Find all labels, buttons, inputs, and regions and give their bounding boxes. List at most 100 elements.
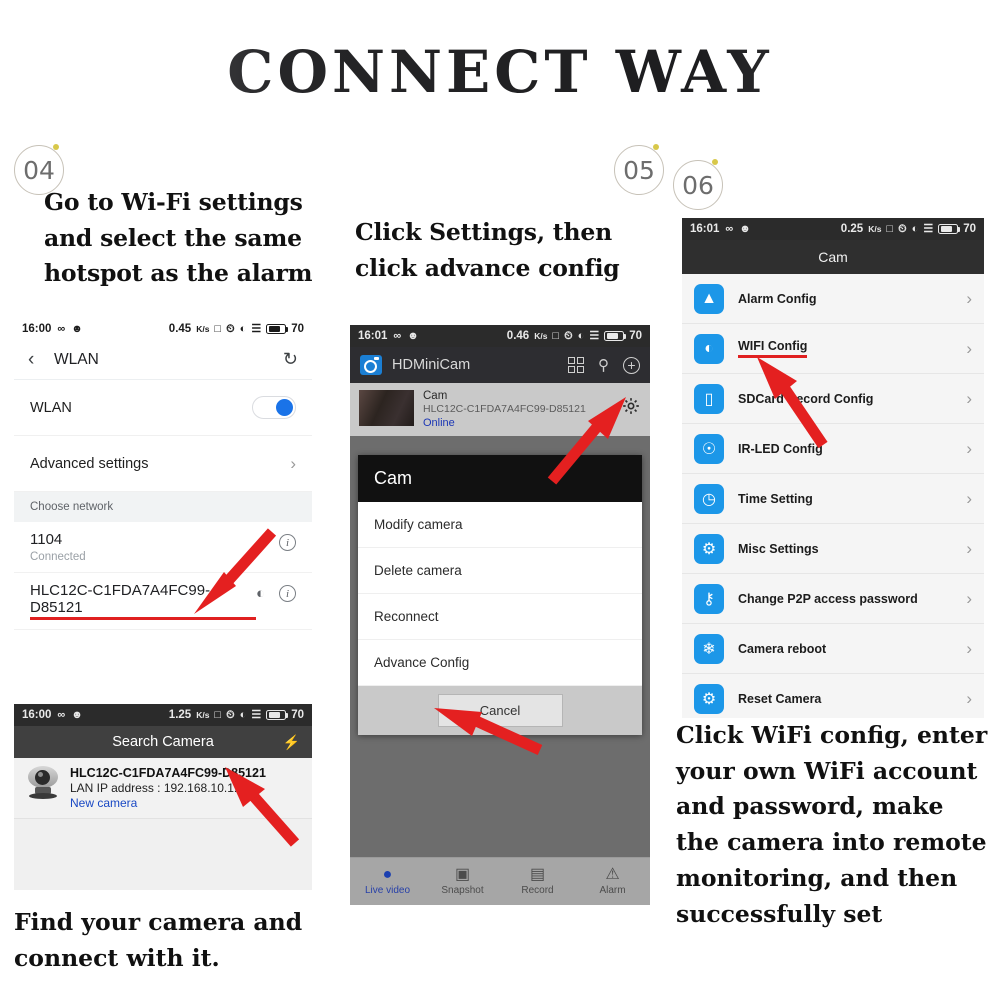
dialog-item-reconnect[interactable]: Reconnect	[358, 594, 642, 640]
chevron-right-icon: ›	[966, 538, 972, 558]
infinity-icon: ∞	[57, 322, 66, 335]
settings-status-bar: 16:01 ∞ ☻ 0.25 K/s □ ⏲ ◐ ☰ 70	[682, 218, 984, 240]
status-battery-level: 70	[629, 330, 642, 342]
wlan-toggle-row[interactable]: WLAN	[14, 380, 312, 436]
lightning-icon[interactable]: ⚡	[283, 734, 300, 751]
status-speed-unit: K/s	[196, 323, 210, 334]
gear-icon: ⚙	[694, 533, 724, 564]
left-headline: Go to Wi-Fi settings and select the same…	[44, 188, 313, 288]
chevron-right-icon: ›	[966, 438, 972, 458]
chevron-right-icon: ›	[290, 453, 296, 473]
step-badge-04-label: 04	[23, 155, 55, 185]
settings-row-alarm-config[interactable]: ▲ Alarm Config ›	[682, 274, 984, 324]
settings-row-label: Alarm Config	[738, 291, 817, 306]
info-icon[interactable]: i	[279, 585, 296, 602]
step-badge-06: 06	[673, 159, 723, 210]
wlan-toggle-switch[interactable]	[252, 396, 296, 419]
left-footnote: Find your camera and connect with it.	[14, 908, 303, 972]
settings-row-time-setting[interactable]: ◷ Time Setting ›	[682, 474, 984, 524]
settings-page-title: Cam	[682, 240, 984, 274]
wifi-icon: ◐	[694, 333, 724, 364]
status-speed-unit: K/s	[534, 330, 548, 341]
app-status-bar: 16:01 ∞ ☻ 0.46 K/s □ ⏲ ◐ ☰ 70	[350, 325, 650, 347]
red-arrow-annotation	[194, 528, 277, 614]
settings-row-label: Time Setting	[738, 491, 813, 506]
settings-row-label: Change P2P access password	[738, 591, 918, 606]
grid-view-icon[interactable]	[568, 357, 584, 373]
smiley-icon: ☻	[739, 222, 751, 235]
wifi-icon: ◐	[239, 322, 247, 335]
signal-bars-icon: ☰	[251, 708, 262, 721]
status-speed-unit: K/s	[868, 223, 882, 234]
tab-alarm[interactable]: ⚠ Alarm	[575, 858, 650, 905]
search-status-bar: 16:00 ∞ ☻ 1.25 K/s □ ⏲ ◐ ☰ 70	[14, 704, 312, 726]
chevron-right-icon: ›	[966, 388, 972, 408]
camera-thumbnail[interactable]	[359, 390, 414, 426]
status-battery-level: 70	[963, 223, 976, 235]
dialog-item-advance-config[interactable]: Advance Config	[358, 640, 642, 686]
dialog-item-modify-camera[interactable]: Modify camera	[358, 502, 642, 548]
reset-gear-icon: ⚙	[694, 683, 724, 714]
wifi-icon: ◐	[577, 329, 585, 342]
chevron-right-icon: ›	[966, 588, 972, 608]
alarm-clock-icon: ⏲	[226, 708, 235, 721]
infographic-page: CONNECT WAY 04 05 06 Go to Wi-Fi setting…	[0, 0, 1000, 1000]
settings-row-change-p2p-password[interactable]: ⚷ Change P2P access password ›	[682, 574, 984, 624]
smiley-icon: ☻	[407, 329, 419, 342]
tab-record[interactable]: ▤ Record	[500, 858, 575, 905]
network-status: Connected	[30, 551, 86, 563]
status-network-speed: 0.25	[840, 223, 864, 235]
smiley-icon: ☻	[71, 708, 83, 721]
tab-snapshot[interactable]: ▣ Snapshot	[425, 858, 500, 905]
step-badge-05: 05	[614, 144, 664, 195]
page-title: CONNECT WAY	[0, 38, 1000, 106]
camera-options-dialog: Cam Modify camera Delete camera Reconnec…	[358, 455, 642, 735]
battery-icon	[266, 323, 289, 335]
status-time: 16:00	[22, 709, 52, 721]
red-arrow-annotation	[757, 357, 828, 449]
smiley-icon: ☻	[71, 322, 83, 335]
red-arrow-annotation	[225, 767, 300, 847]
middle-headline: Click Settings, then click advance confi…	[355, 218, 620, 282]
status-network-speed: 0.46	[506, 330, 530, 342]
add-camera-icon[interactable]: +	[623, 356, 640, 374]
settings-row-label: Misc Settings	[738, 541, 819, 556]
info-icon[interactable]: i	[279, 534, 296, 551]
tab-live-video-label: Live video	[364, 885, 411, 896]
app-header: HDMiniCam ⚲ +	[350, 347, 650, 383]
refresh-icon[interactable]: ↻	[283, 349, 298, 370]
status-network-speed: 1.25	[168, 709, 192, 721]
vibrate-icon: □	[214, 322, 222, 335]
chevron-right-icon: ›	[966, 688, 972, 708]
back-icon[interactable]: ‹	[28, 349, 54, 371]
status-battery-level: 70	[291, 709, 304, 721]
wlan-toggle-label: WLAN	[30, 399, 72, 416]
advanced-settings-row[interactable]: Advanced settings ›	[14, 436, 312, 492]
status-time: 16:00	[22, 323, 52, 335]
status-speed-unit: K/s	[196, 709, 210, 720]
wifi-icon: ◐	[239, 708, 247, 721]
settings-row-camera-reboot[interactable]: ❄ Camera reboot ›	[682, 624, 984, 674]
badge-dot-icon	[653, 144, 659, 150]
settings-row-reset-camera[interactable]: ⚙ Reset Camera ›	[682, 674, 984, 718]
vibrate-icon: □	[552, 329, 560, 342]
settings-row-label: Reset Camera	[738, 691, 822, 706]
settings-row-misc-settings[interactable]: ⚙ Misc Settings ›	[682, 524, 984, 574]
wlan-title-bar: ‹ WLAN ↻	[14, 340, 312, 380]
chevron-right-icon: ›	[966, 338, 972, 358]
app-name-label: HDMiniCam	[392, 357, 471, 373]
dialog-item-delete-camera[interactable]: Delete camera	[358, 548, 642, 594]
settings-row-label: Camera reboot	[738, 641, 827, 656]
battery-icon	[604, 330, 627, 342]
tab-live-video[interactable]: ● Live video	[350, 858, 425, 905]
sdcard-icon: ▯	[694, 383, 724, 414]
clock-icon: ◷	[694, 483, 724, 514]
status-battery-level: 70	[291, 323, 304, 335]
choose-network-header: Choose network	[14, 492, 312, 522]
status-time: 16:01	[358, 330, 388, 342]
warning-triangle-icon: ▲	[694, 283, 724, 314]
search-camera-title-bar: Search Camera ⚡	[14, 726, 312, 758]
network-name: 1104	[30, 531, 63, 548]
alarm-clock-icon: ⏲	[226, 322, 235, 335]
search-icon[interactable]: ⚲	[598, 356, 609, 374]
